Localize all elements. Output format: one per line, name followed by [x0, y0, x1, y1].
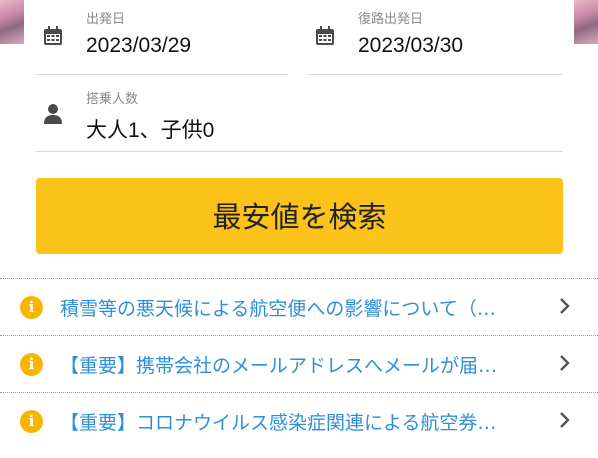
- notice-link[interactable]: 積雪等の悪天候による航空便への影響について（…: [60, 294, 545, 321]
- return-date-field[interactable]: 復路出発日 2023/03/30: [308, 0, 562, 75]
- calendar-icon: [42, 25, 64, 47]
- notice-item[interactable]: i 【重要】コロナウイルス感染症関連による航空券…: [0, 392, 598, 449]
- chevron-right-icon: [558, 353, 572, 373]
- info-icon: i: [20, 296, 43, 319]
- info-icon: i: [20, 410, 43, 433]
- person-icon: [42, 103, 64, 125]
- passenger-count-label: 搭乗人数: [86, 92, 139, 107]
- notice-link[interactable]: 【重要】コロナウイルス感染症関連による航空券…: [60, 408, 545, 435]
- calendar-icon: [314, 25, 336, 47]
- notice-list: i 積雪等の悪天候による航空便への影響について（… i 【重要】携帯会社のメール…: [0, 278, 598, 449]
- background-photo-edge: [574, 0, 598, 44]
- info-icon: i: [20, 353, 43, 376]
- notice-item[interactable]: i 【重要】携帯会社のメールアドレスへメールが届…: [0, 335, 598, 392]
- departure-date-value[interactable]: 2023/03/29: [86, 34, 191, 58]
- departure-date-label: 出発日: [86, 12, 126, 27]
- chevron-right-icon: [558, 296, 572, 316]
- notice-item[interactable]: i 積雪等の悪天候による航空便への影響について（…: [0, 278, 598, 335]
- return-date-value[interactable]: 2023/03/30: [358, 34, 463, 58]
- passenger-count-field[interactable]: 搭乗人数 大人1、子供0: [36, 78, 563, 152]
- departure-date-field[interactable]: 出発日 2023/03/29: [36, 0, 288, 75]
- chevron-right-icon: [558, 410, 572, 430]
- return-date-label: 復路出発日: [358, 12, 424, 27]
- search-lowest-price-button[interactable]: 最安値を検索: [36, 178, 563, 254]
- background-photo-edge: [0, 0, 24, 44]
- notice-link[interactable]: 【重要】携帯会社のメールアドレスへメールが届…: [60, 351, 545, 378]
- passenger-count-value[interactable]: 大人1、子供0: [86, 114, 214, 144]
